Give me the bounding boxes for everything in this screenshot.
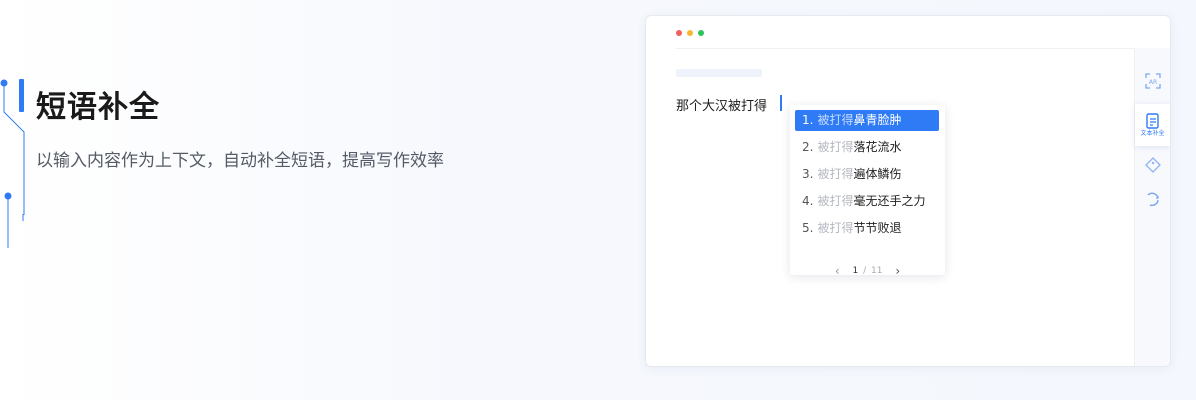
decorative-lines <box>0 79 25 248</box>
suggestion-number: 5. <box>802 221 814 235</box>
side-toolbar: AR 文本补全 <box>1134 48 1170 366</box>
text-recognition-icon: AR <box>1144 73 1161 89</box>
window-controls <box>676 30 704 36</box>
titlebar-divider <box>676 48 1136 49</box>
page-total: 11 <box>871 266 883 276</box>
chevron-left-icon[interactable]: ‹ <box>835 264 840 278</box>
maximize-dot[interactable] <box>698 30 704 36</box>
suggestion-prefix: 被打得 <box>817 140 854 154</box>
title-accent-bar <box>19 79 24 112</box>
suggestion-completion: 鼻青脸肿 <box>853 113 902 127</box>
suggestion-popup: 1. 被打得鼻青脸肿 2. 被打得落花流水 3. 被打得遍体鳞伤 4. 被打得毫无还手之… <box>790 105 945 278</box>
suggestion-item[interactable]: 1. 被打得鼻青脸肿 <box>795 110 939 131</box>
suggestion-completion: 毫无还手之力 <box>853 194 926 208</box>
suggestion-prefix: 被打得 <box>817 167 854 181</box>
suggestion-number: 2. <box>802 140 814 154</box>
suggestion-prefix: 被打得 <box>817 194 854 208</box>
side-tool-text-completion[interactable]: 文本补全 <box>1135 104 1170 146</box>
suggestion-completion: 节节败退 <box>853 221 902 235</box>
suggestion-item[interactable]: 2. 被打得落花流水 <box>795 137 939 158</box>
close-dot[interactable] <box>676 30 682 36</box>
page-current: 1 <box>852 266 859 276</box>
suggestion-prefix: 被打得 <box>817 113 854 127</box>
suggestion-number: 4. <box>802 194 814 208</box>
suggestion-completion: 落花流水 <box>853 140 902 154</box>
pagination: ‹ 1 / 11 › <box>790 264 945 278</box>
suggestion-number: 3. <box>802 167 814 181</box>
refresh-icon <box>1146 192 1159 207</box>
editor-input-text[interactable]: 那个大汉被打得 <box>676 95 767 114</box>
side-tool-label: 文本补全 <box>1140 130 1165 137</box>
side-tool-tag[interactable] <box>1135 156 1170 174</box>
minimize-dot[interactable] <box>687 30 693 36</box>
page-subtitle: 以输入内容作为上下文，自动补全短语，提高写作效率 <box>36 151 444 171</box>
side-tool-ocr[interactable]: AR <box>1135 72 1170 90</box>
editor-window: 那个大汉被打得 1. 被打得鼻青脸肿 2. 被打得落花流水 3. 被打得遍体鳞伤 4.… <box>645 15 1171 367</box>
suggestion-item[interactable]: 4. 被打得毫无还手之力 <box>795 191 939 212</box>
suggestion-item[interactable]: 3. 被打得遍体鳞伤 <box>795 164 939 185</box>
suggestion-item[interactable]: 5. 被打得节节败退 <box>795 218 939 239</box>
document-edit-icon <box>1145 113 1159 129</box>
side-tool-refresh[interactable] <box>1135 190 1170 208</box>
suggestion-number: 1. <box>802 113 814 127</box>
page-title: 短语补全 <box>36 90 160 125</box>
suggestion-prefix: 被打得 <box>817 221 854 235</box>
chevron-right-icon[interactable]: › <box>895 264 900 278</box>
text-caret <box>780 95 782 111</box>
svg-text:AR: AR <box>1148 79 1156 86</box>
placeholder-line <box>676 69 762 77</box>
tag-icon <box>1144 157 1161 173</box>
page-separator: / <box>863 266 867 276</box>
suggestion-completion: 遍体鳞伤 <box>853 167 902 181</box>
